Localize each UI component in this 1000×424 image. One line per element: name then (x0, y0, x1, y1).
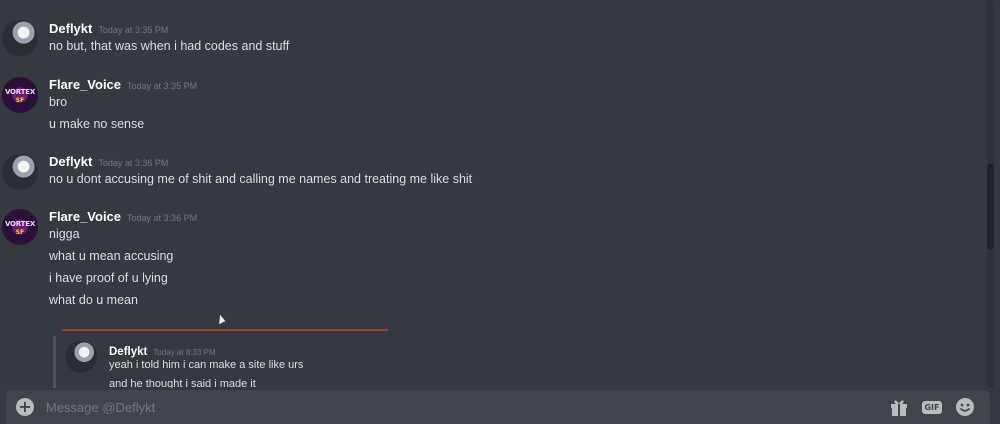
flare-voice-avatar[interactable]: VORTEX SF (2, 77, 38, 113)
timestamp: Today at 3:36 PM (98, 158, 169, 168)
username[interactable]: Deflykt (49, 21, 92, 36)
avatar-logo-text: VORTEX (4, 88, 36, 96)
unread-divider (62, 329, 388, 331)
message-composer: + GIF (6, 390, 990, 424)
message-input[interactable] (46, 394, 846, 420)
gift-icon[interactable] (888, 397, 910, 417)
timestamp: Today at 3:36 PM (127, 213, 198, 223)
message-header: Flare_Voice Today at 3:35 PM (49, 76, 197, 94)
username[interactable]: Deflykt (109, 346, 147, 358)
message-text: bro (49, 95, 68, 109)
embedded-message: Deflykt Today at 8:33 PM yeah i told him … (53, 336, 383, 388)
flare-voice-avatar[interactable]: VORTEX SF (2, 209, 38, 245)
message-header: Flare_Voice Today at 3:36 PM (49, 208, 197, 226)
message-header: Deflykt Today at 8:33 PM (109, 342, 216, 360)
scrollbar-thumb[interactable] (987, 164, 994, 249)
message-text: u make no sense (49, 117, 145, 131)
avatar-logo-text: VORTEX (4, 220, 36, 228)
message-text: no u dont accusing me of shit and callin… (49, 172, 473, 186)
emoji-icon[interactable] (954, 397, 976, 417)
message-text: what do u mean (49, 293, 138, 307)
message-text: nigga (49, 227, 80, 241)
username[interactable]: Flare_Voice (49, 77, 121, 92)
message-header: Deflykt Today at 3:36 PM (49, 153, 168, 171)
message-text: and he thought i said i made it (109, 378, 256, 388)
message-text: yeah i told him i can make a site like u… (109, 359, 304, 371)
gif-icon[interactable]: GIF (921, 397, 943, 417)
plus-circle-icon[interactable]: + (16, 398, 34, 416)
message-text: what u mean accusing (49, 249, 174, 263)
deflykt-avatar[interactable] (2, 20, 38, 56)
message-text: i have proof of u lying (49, 271, 168, 285)
timestamp: Today at 3:35 PM (98, 25, 169, 35)
gif-label: GIF (922, 401, 942, 414)
avatar-logo-text: SF (15, 97, 25, 104)
timestamp: Today at 8:33 PM (153, 348, 216, 357)
deflykt-avatar[interactable] (65, 341, 97, 373)
username[interactable]: Flare_Voice (49, 209, 121, 224)
chat-messages: Deflykt Today at 3:35 PM no but, that was… (0, 0, 988, 388)
scrollbar[interactable] (987, 0, 994, 388)
avatar-logo-text: SF (15, 229, 25, 236)
timestamp: Today at 3:35 PM (127, 81, 198, 91)
message-text: no but, that was when i had codes and st… (49, 39, 290, 53)
username[interactable]: Deflykt (49, 154, 92, 169)
mouse-cursor-icon (215, 313, 226, 325)
message-header: Deflykt Today at 3:35 PM (49, 20, 168, 38)
deflykt-avatar[interactable] (2, 154, 38, 190)
